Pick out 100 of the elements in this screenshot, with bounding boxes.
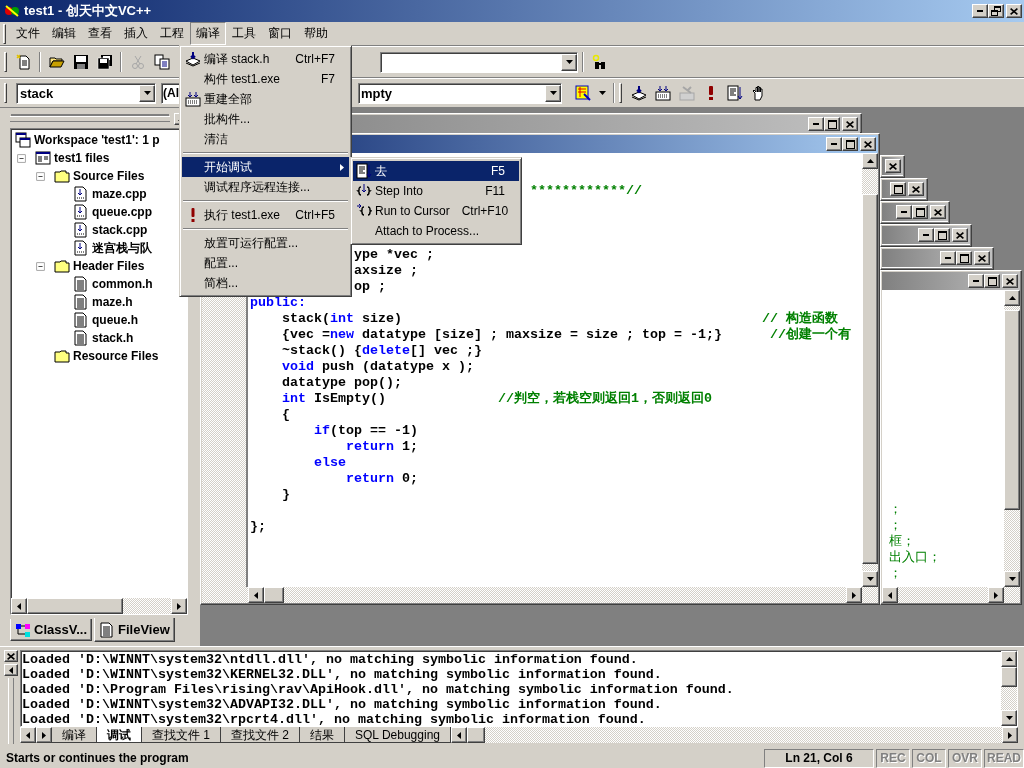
window-title-bar[interactable] xyxy=(882,272,1020,290)
maximize-button[interactable] xyxy=(824,117,840,131)
maximize-button[interactable] xyxy=(890,182,906,196)
tab[interactable]: 调试 xyxy=(97,727,142,743)
tab[interactable]: FileView xyxy=(94,618,175,642)
tree-item[interactable]: test1 files xyxy=(54,151,110,165)
minimize-button[interactable] xyxy=(940,251,956,265)
scrollbar[interactable] xyxy=(248,587,862,603)
minimize-button[interactable] xyxy=(896,205,912,219)
menu-item[interactable]: 去 F5 xyxy=(353,161,519,181)
menu-item[interactable]: 简档... xyxy=(182,273,349,293)
maximize-button[interactable] xyxy=(934,228,950,242)
toolbar-gripper[interactable] xyxy=(4,83,7,103)
tab[interactable]: 结果 xyxy=(300,727,346,743)
menu-title[interactable]: 工具 xyxy=(226,22,262,45)
tab-scroll-button[interactable] xyxy=(20,727,36,743)
minimize-button[interactable] xyxy=(972,4,988,18)
tab-scroll-button[interactable] xyxy=(36,727,52,743)
scrollbar[interactable] xyxy=(451,727,1018,743)
close-button[interactable] xyxy=(860,137,876,151)
find-combo[interactable] xyxy=(380,51,578,73)
scroll-arrow-button[interactable] xyxy=(1004,571,1020,587)
menu-item[interactable]: 调试程序远程连接... xyxy=(182,177,349,197)
scroll-thumb[interactable] xyxy=(1001,667,1017,687)
menu-title[interactable]: 文件 xyxy=(10,22,46,45)
minimize-button[interactable] xyxy=(808,117,824,131)
menu-item[interactable]: 清洁 xyxy=(182,129,349,149)
scroll-arrow-button[interactable] xyxy=(882,587,898,603)
scroll-arrow-button[interactable] xyxy=(988,587,1004,603)
dropdown-button[interactable] xyxy=(561,53,577,71)
menu-title[interactable]: 查看 xyxy=(82,22,118,45)
maximize-button[interactable] xyxy=(912,205,928,219)
menu-title[interactable]: 编译 xyxy=(190,22,226,45)
scroll-thumb[interactable] xyxy=(264,587,284,603)
menu-item[interactable]: Run to Cursor Ctrl+F10 xyxy=(353,201,519,221)
tree-item[interactable]: Header Files xyxy=(73,259,145,273)
maximize-button[interactable] xyxy=(984,274,1000,288)
size-grip[interactable] xyxy=(1004,587,1020,603)
scroll-arrow-button[interactable] xyxy=(846,587,862,603)
tab[interactable]: 查找文件 1 xyxy=(142,727,221,743)
menu-title[interactable]: 窗口 xyxy=(262,22,298,45)
close-button[interactable] xyxy=(1002,274,1018,288)
scrollbar[interactable] xyxy=(882,587,1004,603)
scroll-arrow-button[interactable] xyxy=(248,587,264,603)
dropdown-button[interactable] xyxy=(545,84,561,102)
close-button[interactable] xyxy=(908,182,924,196)
menu-title[interactable]: 编辑 xyxy=(46,22,82,45)
scroll-arrow-button[interactable] xyxy=(1001,710,1017,726)
scroll-arrow-button[interactable] xyxy=(1001,651,1017,667)
menu-item[interactable]: 批构件... xyxy=(182,109,349,129)
scrollbar[interactable] xyxy=(11,598,187,614)
tree-item[interactable]: Workspace 'test1': 1 p xyxy=(34,133,160,147)
tab[interactable]: 编译 xyxy=(52,727,97,743)
panel-button[interactable] xyxy=(3,664,18,676)
menu-item[interactable]: 构件 test1.exe F7 xyxy=(182,69,349,89)
scroll-arrow-button[interactable] xyxy=(862,153,878,169)
tree-toggle[interactable] xyxy=(35,170,46,182)
close-button[interactable] xyxy=(974,251,990,265)
tab[interactable]: ClassV... xyxy=(10,619,92,641)
menu-item[interactable]: 配置... xyxy=(182,253,349,273)
scroll-arrow-button[interactable] xyxy=(171,598,187,614)
toolbar-gripper[interactable] xyxy=(4,52,7,72)
tab[interactable]: 查找文件 2 xyxy=(221,727,301,743)
scroll-arrow-button[interactable] xyxy=(1004,290,1020,306)
menu-title[interactable]: 工程 xyxy=(154,22,190,45)
maximize-button[interactable] xyxy=(842,137,858,151)
scroll-thumb[interactable] xyxy=(1004,310,1020,510)
tree-item[interactable]: queue.h xyxy=(92,313,138,327)
tree-item[interactable]: stack.h xyxy=(92,331,134,345)
tree-item[interactable]: Resource Files xyxy=(73,349,159,363)
menu-item[interactable]: 开始调试 xyxy=(182,157,349,177)
dropdown-button[interactable] xyxy=(139,84,155,102)
scroll-arrow-button[interactable] xyxy=(1002,727,1018,743)
combo-box[interactable]: mpty xyxy=(358,82,562,104)
panel-gripper[interactable] xyxy=(7,678,14,744)
tree-toggle[interactable] xyxy=(16,152,27,164)
close-button[interactable] xyxy=(1006,4,1022,18)
scrollbar[interactable] xyxy=(1004,290,1020,587)
tree-item[interactable]: common.h xyxy=(92,277,153,291)
size-grip[interactable] xyxy=(862,587,878,603)
close-button[interactable] xyxy=(3,650,18,662)
tree-item[interactable]: maze.cpp xyxy=(92,187,147,201)
menu-title[interactable]: 帮助 xyxy=(298,22,334,45)
minimize-button[interactable] xyxy=(918,228,934,242)
minimize-button[interactable] xyxy=(826,137,842,151)
toolbar-gripper[interactable] xyxy=(619,83,622,103)
tree-item[interactable]: maze.h xyxy=(92,295,133,309)
menu-item[interactable]: Attach to Process... xyxy=(353,221,519,241)
menu-item[interactable]: 重建全部 xyxy=(182,89,349,109)
maximize-button[interactable] xyxy=(956,251,972,265)
menu-item[interactable]: 执行 test1.exe Ctrl+F5 xyxy=(182,205,349,225)
restore-button[interactable] xyxy=(988,4,1004,18)
close-button[interactable] xyxy=(952,228,968,242)
close-button[interactable] xyxy=(842,117,858,131)
tree-item[interactable]: stack.cpp xyxy=(92,223,148,237)
tree-item[interactable]: Source Files xyxy=(73,169,145,183)
menu-title[interactable]: 插入 xyxy=(118,22,154,45)
tree-item[interactable]: 迷宫栈与队 xyxy=(92,239,152,257)
tree-toggle[interactable] xyxy=(35,260,46,272)
scrollbar[interactable] xyxy=(1001,651,1017,726)
